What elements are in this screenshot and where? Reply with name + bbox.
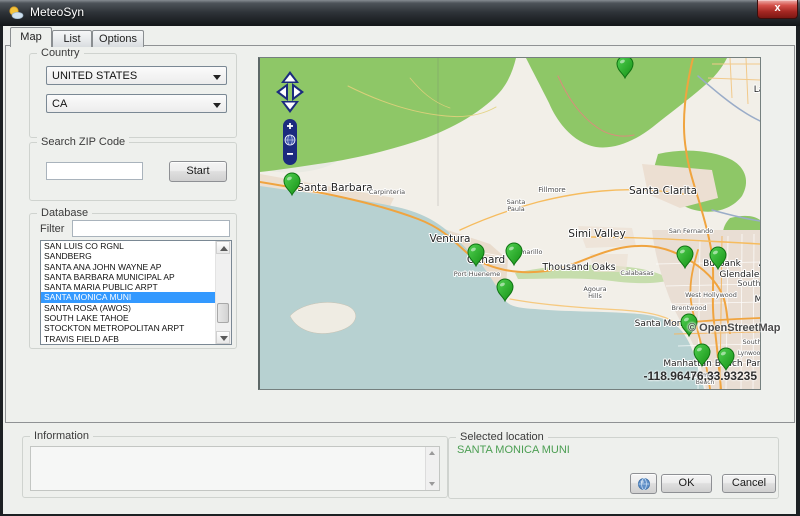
station-list-item[interactable]: SANTA ROSA (AWOS): [41, 303, 216, 313]
titlebar[interactable]: MeteoSyn x: [0, 0, 800, 26]
selected-location-label: Selected location: [456, 431, 548, 443]
station-list-item[interactable]: SOUTH LAKE TAHOE: [41, 313, 216, 323]
station-list-item[interactable]: TRAVIS FIELD AFB: [41, 334, 216, 344]
map-coordinates: -118.96476,33.93235: [640, 369, 757, 383]
arrow-down-icon: [220, 336, 228, 341]
filter-label: Filter: [40, 223, 64, 235]
zip-input[interactable]: [46, 162, 143, 180]
close-button[interactable]: x: [757, 0, 798, 19]
station-list-item[interactable]: STOCKTON METROPOLITAN ARPT: [41, 323, 216, 333]
arrow-down-icon: [429, 482, 435, 486]
map-place-label: Port Hueneme: [454, 270, 500, 278]
map-attribution: © OpenStreetMap: [688, 322, 780, 334]
scroll-up-button[interactable]: [216, 241, 230, 254]
map-place-label: Fillmore: [538, 186, 565, 194]
filter-input[interactable]: [72, 220, 230, 237]
information-textarea[interactable]: [30, 446, 440, 491]
station-list-item[interactable]: SANTA MARIA PUBLIC ARPT: [41, 282, 216, 292]
scrollbar-thumb[interactable]: [217, 303, 229, 323]
map-viewport[interactable]: Santa BarbaraCarpinteriaVenturaSantaPaul…: [258, 57, 761, 390]
zip-group-label: Search ZIP Code: [37, 136, 129, 148]
map-place-label: Santa Barbara: [297, 182, 372, 194]
map-place-label: Paran: [746, 359, 760, 369]
map-place-label: Paula: [507, 205, 525, 213]
application-window: MeteoSyn x Map List Options Country UNIT…: [0, 0, 800, 516]
ok-button[interactable]: OK: [661, 474, 712, 493]
map-place-label: Santa Clarita: [629, 185, 697, 197]
map-place-label: South: [743, 338, 760, 346]
map-place-label: La: [754, 85, 760, 95]
globe-icon: [637, 477, 651, 491]
chevron-down-icon: [213, 103, 221, 108]
list-scrollbar[interactable]: [215, 241, 231, 344]
map-place-label: South: [737, 279, 760, 288]
country-dropdown[interactable]: UNITED STATES: [46, 66, 227, 85]
map-place-label: San Fernando: [669, 227, 714, 235]
map-canvas: Santa BarbaraCarpinteriaVenturaSantaPaul…: [260, 58, 760, 389]
map-place-label: Ventura: [429, 233, 470, 245]
station-list-item[interactable]: SANTA ANA JOHN WAYNE AP: [41, 262, 216, 272]
tab-map[interactable]: Map: [10, 27, 52, 47]
scroll-down-button[interactable]: [216, 331, 230, 344]
map-place-label: A: [759, 259, 760, 269]
start-button[interactable]: Start: [169, 161, 227, 182]
station-listbox[interactable]: SAN LUIS CO RGNLSANDBERGSANTA ANA JOHN W…: [40, 240, 232, 345]
station-list-item[interactable]: SANTA MONICA MUNI: [41, 292, 216, 302]
map-place-label: Brentwood: [671, 304, 706, 312]
selected-location-value: SANTA MONICA MUNI: [457, 444, 570, 456]
map-place-label: Calabasas: [620, 269, 654, 277]
station-list-item[interactable]: SANDBERG: [41, 251, 216, 261]
map-place-label: Lynwood: [738, 350, 760, 357]
station-list-item[interactable]: SAN LUIS CO RGNL: [41, 241, 216, 251]
country-group-label: Country: [37, 47, 84, 59]
zoom-out-icon[interactable]: [287, 153, 293, 155]
tab-list[interactable]: List: [52, 30, 92, 47]
window-title: MeteoSyn: [30, 5, 84, 19]
app-weather-icon: [8, 5, 24, 21]
chevron-down-icon: [213, 75, 221, 80]
globe-button[interactable]: [630, 473, 657, 494]
arrow-up-icon: [220, 246, 228, 251]
map-place-label: Carpinteria: [369, 188, 405, 196]
zoom-world-icon[interactable]: [285, 135, 295, 145]
station-list-item[interactable]: SANTA BARBARA MUNICIPAL AP: [41, 272, 216, 282]
state-dropdown[interactable]: CA: [46, 94, 227, 113]
information-group-label: Information: [30, 430, 93, 442]
tab-options[interactable]: Options: [92, 30, 144, 47]
map-place-label: Mor: [755, 295, 760, 305]
map-place-label: Hills: [588, 292, 602, 300]
map-place-label: Thousand Oaks: [541, 262, 615, 273]
cancel-button[interactable]: Cancel: [722, 474, 776, 493]
arrow-up-icon: [429, 451, 435, 455]
map-place-label: West Hollywood: [685, 291, 737, 299]
state-dropdown-value: CA: [52, 98, 67, 110]
country-dropdown-value: UNITED STATES: [52, 70, 137, 82]
database-group-label: Database: [37, 207, 92, 219]
station-list: SAN LUIS CO RGNLSANDBERGSANTA ANA JOHN W…: [41, 241, 216, 344]
information-scrollbar[interactable]: [425, 447, 439, 490]
map-place-label: Simi Valley: [568, 228, 625, 240]
